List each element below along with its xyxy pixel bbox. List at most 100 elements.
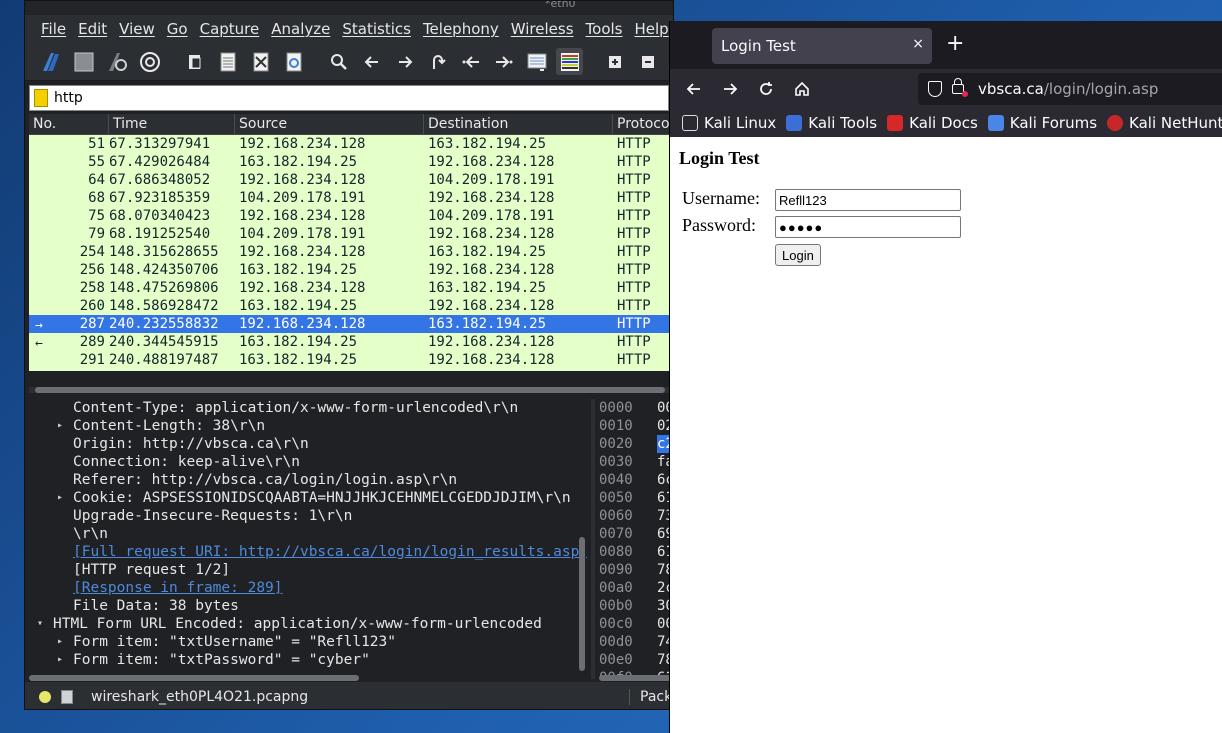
response-frame-link[interactable]: [Response in frame: 289] (73, 580, 283, 596)
column-header-no[interactable]: No. (29, 114, 109, 134)
packet-list-hscroll[interactable] (29, 387, 669, 393)
capture-comment-icon[interactable] (61, 689, 73, 704)
colorize-icon[interactable] (556, 48, 583, 75)
menu-analyze[interactable]: Analyze (265, 20, 336, 38)
packet-row[interactable]: 68 67.923185359 104.209.178.191 192.168.234… (29, 189, 669, 207)
reload-icon[interactable] (752, 75, 780, 103)
menu-telephony[interactable]: Telephony (417, 20, 505, 38)
filter-bookmark-icon[interactable] (34, 89, 48, 107)
details-vscroll[interactable] (579, 537, 585, 671)
password-input[interactable] (775, 216, 961, 238)
bytes-row[interactable]: 00a0 2c (599, 579, 673, 597)
expand-arrow-icon[interactable]: ▸ (57, 489, 63, 507)
wireshark-titlebar[interactable]: *eth0 (25, 1, 673, 15)
home-icon[interactable] (788, 75, 816, 103)
menu-edit[interactable]: Edit (72, 20, 113, 38)
bytes-row[interactable]: 00e0 78 (599, 651, 673, 669)
detail-line[interactable]: File Data: 38 bytes (29, 597, 587, 615)
detail-line-link[interactable]: [Full request URI: http://vbsca.ca/login… (29, 543, 587, 561)
detail-line-link[interactable]: [Response in frame: 289] (29, 579, 587, 597)
packet-row[interactable]: 254 148.315628655 192.168.234.128 163.182.1… (29, 243, 669, 261)
bookmark-kali-linux[interactable]: Kali Linux (682, 114, 776, 132)
new-tab-icon[interactable]: + (946, 31, 964, 56)
packet-row[interactable]: 291 240.488197487 163.182.194.25 192.168.23… (29, 351, 669, 369)
detail-line[interactable]: Upgrade-Insecure-Requests: 1\r\n (29, 507, 587, 525)
close-tab-icon[interactable]: × (912, 36, 924, 52)
expert-info-icon[interactable] (39, 690, 51, 703)
forward-arrow-icon[interactable] (716, 75, 744, 103)
autoscroll-icon[interactable] (523, 48, 550, 75)
bookmark-kali-nethunter[interactable]: Kali NetHunter (1107, 114, 1222, 132)
bytes-row[interactable]: 00c0 00 (599, 615, 673, 633)
column-header-time[interactable]: Time (109, 114, 235, 134)
packet-row[interactable]: 258 148.475269806 192.168.234.128 163.182.1… (29, 279, 669, 297)
menu-go[interactable]: Go (161, 20, 194, 38)
bytes-row[interactable]: 0020 c2 (599, 435, 673, 453)
tracking-protection-shield-icon[interactable] (928, 81, 942, 97)
menu-file[interactable]: File (35, 20, 72, 38)
detail-line-expandable[interactable]: ▸ Form item: "txtUsername" = "Refll123" (29, 633, 587, 651)
menu-statistics[interactable]: Statistics (336, 20, 417, 38)
bytes-row[interactable]: 0080 61 (599, 543, 673, 561)
column-header-source[interactable]: Source (235, 114, 424, 134)
bookmark-kali-tools[interactable]: Kali Tools (786, 114, 877, 132)
insecure-lock-icon[interactable] (952, 78, 968, 97)
find-packet-icon[interactable] (325, 48, 352, 75)
reload-file-icon[interactable] (280, 48, 307, 75)
pane-splitter[interactable] (591, 399, 595, 679)
column-header-destination[interactable]: Destination (424, 114, 613, 134)
bookmark-kali-docs[interactable]: Kali Docs (887, 114, 978, 132)
go-forward-icon[interactable] (391, 48, 418, 75)
packet-row[interactable]: 75 68.070340423 192.168.234.128 104.209.178… (29, 207, 669, 225)
menu-capture[interactable]: Capture (194, 20, 266, 38)
bytes-row[interactable]: 0090 78 (599, 561, 673, 579)
detail-line[interactable]: Content-Type: application/x-www-form-url… (29, 399, 587, 417)
tab-login-test[interactable]: Login Test × (712, 28, 932, 64)
back-arrow-icon[interactable] (680, 75, 708, 103)
packet-row-selected[interactable]: → 287 240.232558832 192.168.234.128 163.182.… (29, 315, 669, 333)
packet-row[interactable]: 64 67.686348052 192.168.234.128 104.209.178… (29, 171, 669, 189)
packet-row[interactable]: 55 67.429026484 163.182.194.25 192.168.234.… (29, 153, 669, 171)
bytes-row[interactable]: 0060 73 (599, 507, 673, 525)
first-packet-icon[interactable] (457, 48, 484, 75)
bytes-row[interactable]: 0040 6c (599, 471, 673, 489)
bytes-row[interactable]: 0030 fa (599, 453, 673, 471)
scrollbar-thumb[interactable] (35, 387, 665, 393)
packet-row[interactable]: 256 148.424350706 163.182.194.25 192.168.23… (29, 261, 669, 279)
bytes-hscroll[interactable] (599, 675, 673, 681)
detail-line[interactable]: Connection: keep-alive\r\n (29, 453, 587, 471)
save-file-icon[interactable] (214, 48, 241, 75)
detail-line[interactable]: [HTTP request 1/2] (29, 561, 587, 579)
display-filter-input[interactable] (54, 90, 654, 106)
url-text[interactable]: vbsca.ca/login/login.asp (978, 80, 1158, 98)
bytes-row[interactable]: 0050 61 (599, 489, 673, 507)
packet-row[interactable]: ← 289 240.344545915 163.182.194.25 192.168.2… (29, 333, 669, 351)
go-to-packet-icon[interactable] (424, 48, 451, 75)
detail-line-expandable[interactable]: ▸ Content-Length: 38\r\n (29, 417, 587, 435)
bytes-row[interactable]: 0000 00 (599, 399, 673, 417)
bytes-row[interactable]: 0070 69 (599, 525, 673, 543)
expand-arrow-icon[interactable]: ▸ (57, 633, 63, 651)
login-button[interactable]: Login (775, 244, 821, 266)
bytes-row[interactable]: 0010 02 (599, 417, 673, 435)
last-packet-icon[interactable] (490, 48, 517, 75)
expand-arrow-icon[interactable]: ▸ (57, 651, 63, 669)
open-file-icon[interactable] (181, 48, 208, 75)
menu-view[interactable]: View (113, 20, 161, 38)
close-file-icon[interactable] (247, 48, 274, 75)
restart-capture-icon[interactable] (103, 48, 130, 75)
stop-capture-icon[interactable] (70, 48, 97, 75)
packet-row[interactable]: 260 148.586928472 163.182.194.25 192.168.23… (29, 297, 669, 315)
detail-line-expandable[interactable]: ▸ Form item: "txtPassword" = "cyber" (29, 651, 587, 669)
bytes-row[interactable]: 00d0 74 (599, 633, 673, 651)
zoom-in-icon[interactable] (601, 48, 628, 75)
capture-options-icon[interactable] (136, 48, 163, 75)
column-header-protocol[interactable]: Protoco (613, 114, 669, 134)
menu-tools[interactable]: Tools (580, 20, 629, 38)
bytes-row[interactable]: 00b0 30 (599, 597, 673, 615)
collapse-arrow-icon[interactable]: ▾ (37, 615, 43, 633)
bookmark-kali-forums[interactable]: Kali Forums (987, 114, 1097, 132)
packet-row[interactable]: 79 68.191252540 104.209.178.191 192.168.234… (29, 225, 669, 243)
detail-line-expanded[interactable]: ▾ HTML Form URL Encoded: application/x-ww… (29, 615, 587, 633)
expand-arrow-icon[interactable]: ▸ (57, 417, 63, 435)
